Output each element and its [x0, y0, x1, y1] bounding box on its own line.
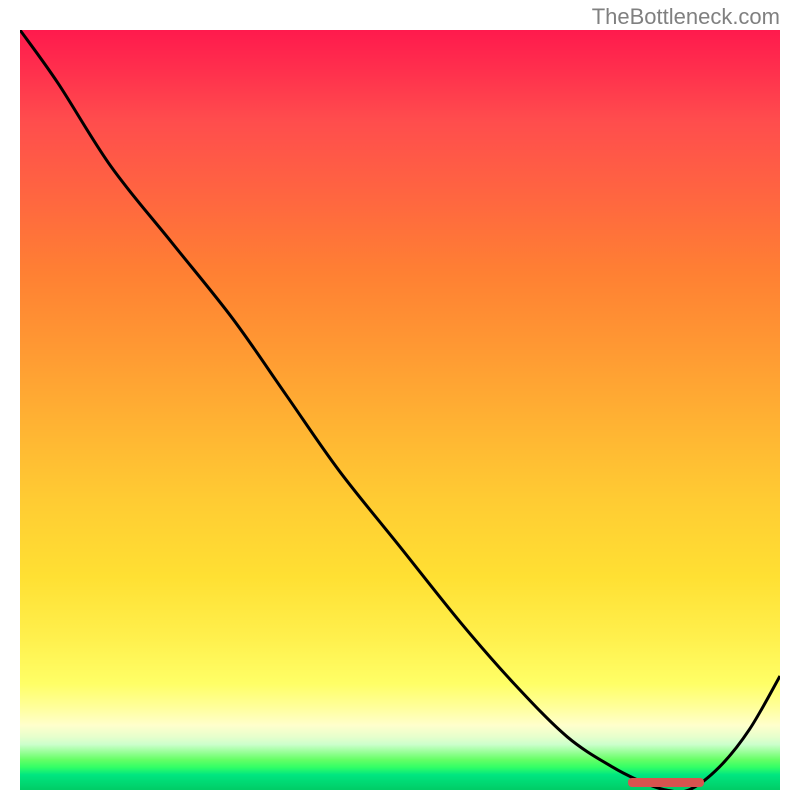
optimal-range-marker: [628, 778, 704, 787]
chart-container: [20, 30, 780, 790]
watermark-text: TheBottleneck.com: [592, 4, 780, 30]
bottleneck-curve-line: [20, 30, 780, 790]
